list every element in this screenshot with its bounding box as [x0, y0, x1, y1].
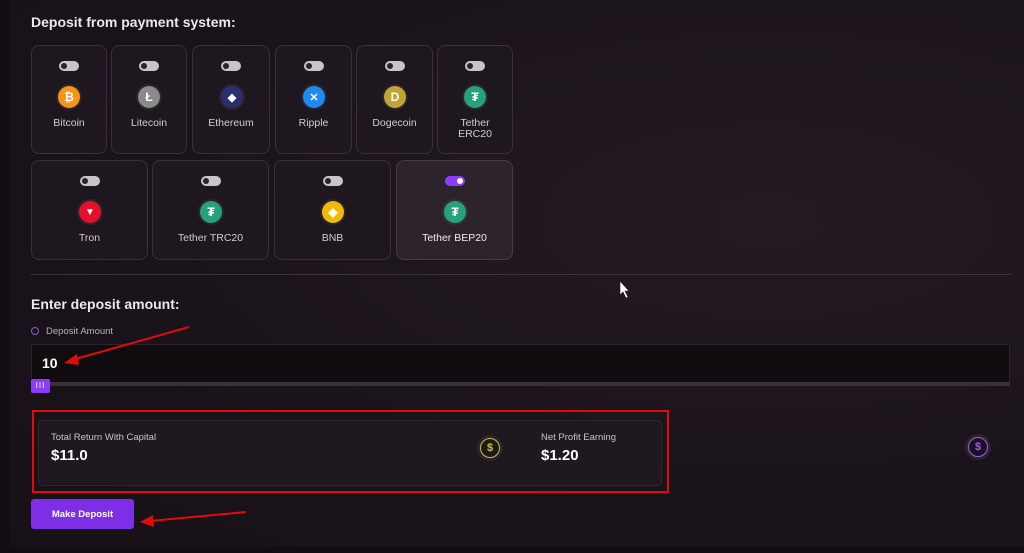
annotation-layer: [64, 280, 630, 527]
bottom-edge: [0, 547, 1024, 553]
annotation-arrow-head: [140, 515, 154, 527]
annotation-arrow-line: [71, 326, 190, 361]
mouse-cursor-icon: [619, 280, 630, 299]
annotation-arrow-head: [64, 354, 79, 365]
annotation-arrow-line: [149, 511, 247, 522]
